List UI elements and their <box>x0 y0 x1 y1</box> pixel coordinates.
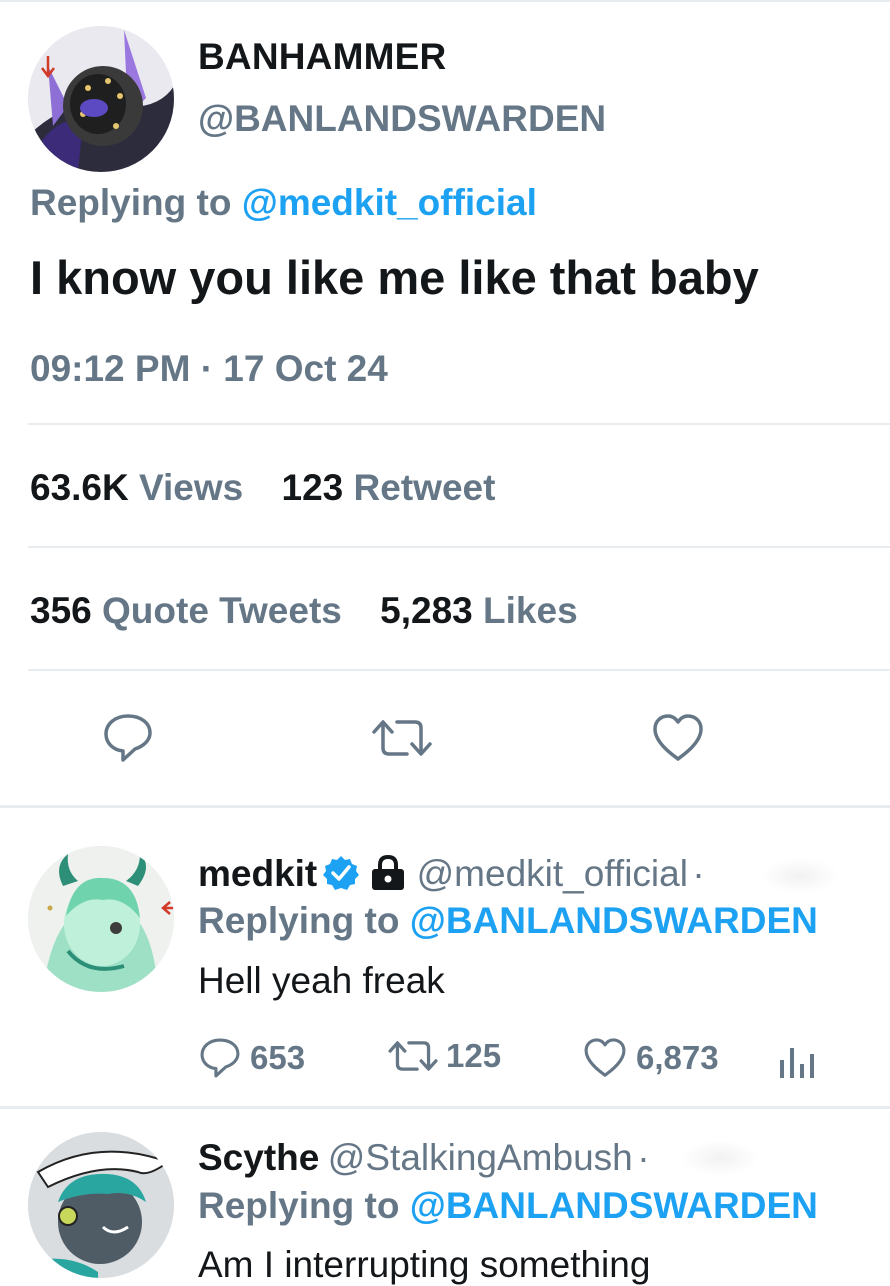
retweet-button[interactable] <box>366 708 438 768</box>
retweets-count: 123 <box>281 467 344 508</box>
analytics-icon <box>780 1048 814 1078</box>
reply-2-replying-prefix: Replying to <box>198 1185 400 1226</box>
banhammer-avatar-art <box>28 26 174 172</box>
reply-1-like-count: 6,873 <box>636 1039 719 1076</box>
reply-1-reply-button[interactable]: 653 <box>198 1036 305 1080</box>
likes-count: 5,283 <box>380 590 473 631</box>
medkit-avatar[interactable] <box>28 846 174 992</box>
divider-1 <box>28 423 890 425</box>
scythe-avatar-art <box>28 1132 174 1278</box>
views-retweets-row: 63.6K Views 123 Retweet <box>30 467 495 509</box>
reply-2-separator: · <box>637 1137 650 1178</box>
likes-stat[interactable]: 5,283 Likes <box>380 590 578 631</box>
reply-divider <box>0 1106 890 1109</box>
reply-1-time-redacted <box>760 858 840 894</box>
divider-3 <box>28 669 890 671</box>
author-display-name[interactable]: BANHAMMER <box>198 36 446 78</box>
quotes-label: Quote Tweets <box>102 590 342 631</box>
author-handle[interactable]: @BANLANDSWARDEN <box>198 98 606 140</box>
scythe-avatar[interactable] <box>28 1132 174 1278</box>
reply-1-retweet-button[interactable]: 125 <box>386 1036 501 1076</box>
divider-2 <box>28 546 890 548</box>
quote-tweets-stat[interactable]: 356 Quote Tweets <box>30 590 352 631</box>
reply-2-handle[interactable]: @StalkingAmbush <box>328 1137 633 1178</box>
reply-1-like-button[interactable]: 6,873 <box>582 1036 719 1080</box>
likes-label: Likes <box>483 590 578 631</box>
reply-1-retweet-icon <box>388 1041 438 1071</box>
tweet-text: I know you like me like that baby <box>30 251 759 304</box>
views-stat[interactable]: 63.6K Views <box>30 467 254 508</box>
reply-2-display-name[interactable]: Scythe <box>198 1137 319 1178</box>
retweets-label: Retweet <box>353 467 496 508</box>
section-divider <box>0 805 890 808</box>
replying-to-line: Replying to @medkit_official <box>30 182 537 224</box>
banhammer-avatar[interactable] <box>28 26 174 172</box>
reply-2-replying-mention[interactable]: @BANLANDSWARDEN <box>410 1185 818 1226</box>
reply-1-actions: 653 125 6,873 <box>198 1036 838 1086</box>
reply-1-text: Hell yeah freak <box>198 960 445 1001</box>
reply-1-replying-prefix: Replying to <box>198 900 400 941</box>
views-count: 63.6K <box>30 467 129 508</box>
reply-button[interactable] <box>96 708 160 768</box>
views-label: Views <box>139 467 244 508</box>
like-icon <box>653 714 703 761</box>
reply-2-text: Am I interrupting something <box>198 1244 651 1285</box>
reply-1-replying-line: Replying to @BANLANDSWARDEN <box>198 900 818 942</box>
quotes-count: 356 <box>30 590 92 631</box>
reply-1-replying-mention[interactable]: @BANLANDSWARDEN <box>410 900 818 941</box>
retweets-stat[interactable]: 123 Retweet <box>282 467 496 508</box>
reply-icon <box>104 714 152 762</box>
reply-2-time-redacted <box>680 1140 760 1176</box>
reply-1-header: medkit @medkit_official · <box>198 853 705 895</box>
verified-badge-icon <box>322 856 359 890</box>
reply-1-retweet-count: 125 <box>446 1037 502 1074</box>
reply-1-display-name[interactable]: medkit <box>198 853 317 894</box>
quotes-likes-row: 356 Quote Tweets 5,283 Likes <box>30 590 578 632</box>
reply-1-analytics-button[interactable] <box>776 1040 816 1085</box>
reply-1-reply-icon <box>200 1038 240 1078</box>
replying-to-mention[interactable]: @medkit_official <box>242 182 537 223</box>
reply-1-handle[interactable]: @medkit_official <box>417 853 688 894</box>
reply-2-header: Scythe @StalkingAmbush · <box>198 1137 650 1179</box>
retweet-icon <box>372 720 432 756</box>
like-button[interactable] <box>646 708 710 768</box>
lock-icon <box>372 854 405 890</box>
top-divider <box>0 0 890 2</box>
reply-1-like-icon <box>584 1038 626 1077</box>
replying-to-prefix: Replying to <box>30 182 232 223</box>
reply-1-separator: · <box>692 853 705 894</box>
reply-1-reply-count: 653 <box>250 1039 306 1076</box>
tweet-timestamp[interactable]: 09:12 PM · 17 Oct 24 <box>30 348 388 390</box>
medkit-avatar-art <box>28 846 174 992</box>
reply-2-replying-line: Replying to @BANLANDSWARDEN <box>198 1185 818 1227</box>
